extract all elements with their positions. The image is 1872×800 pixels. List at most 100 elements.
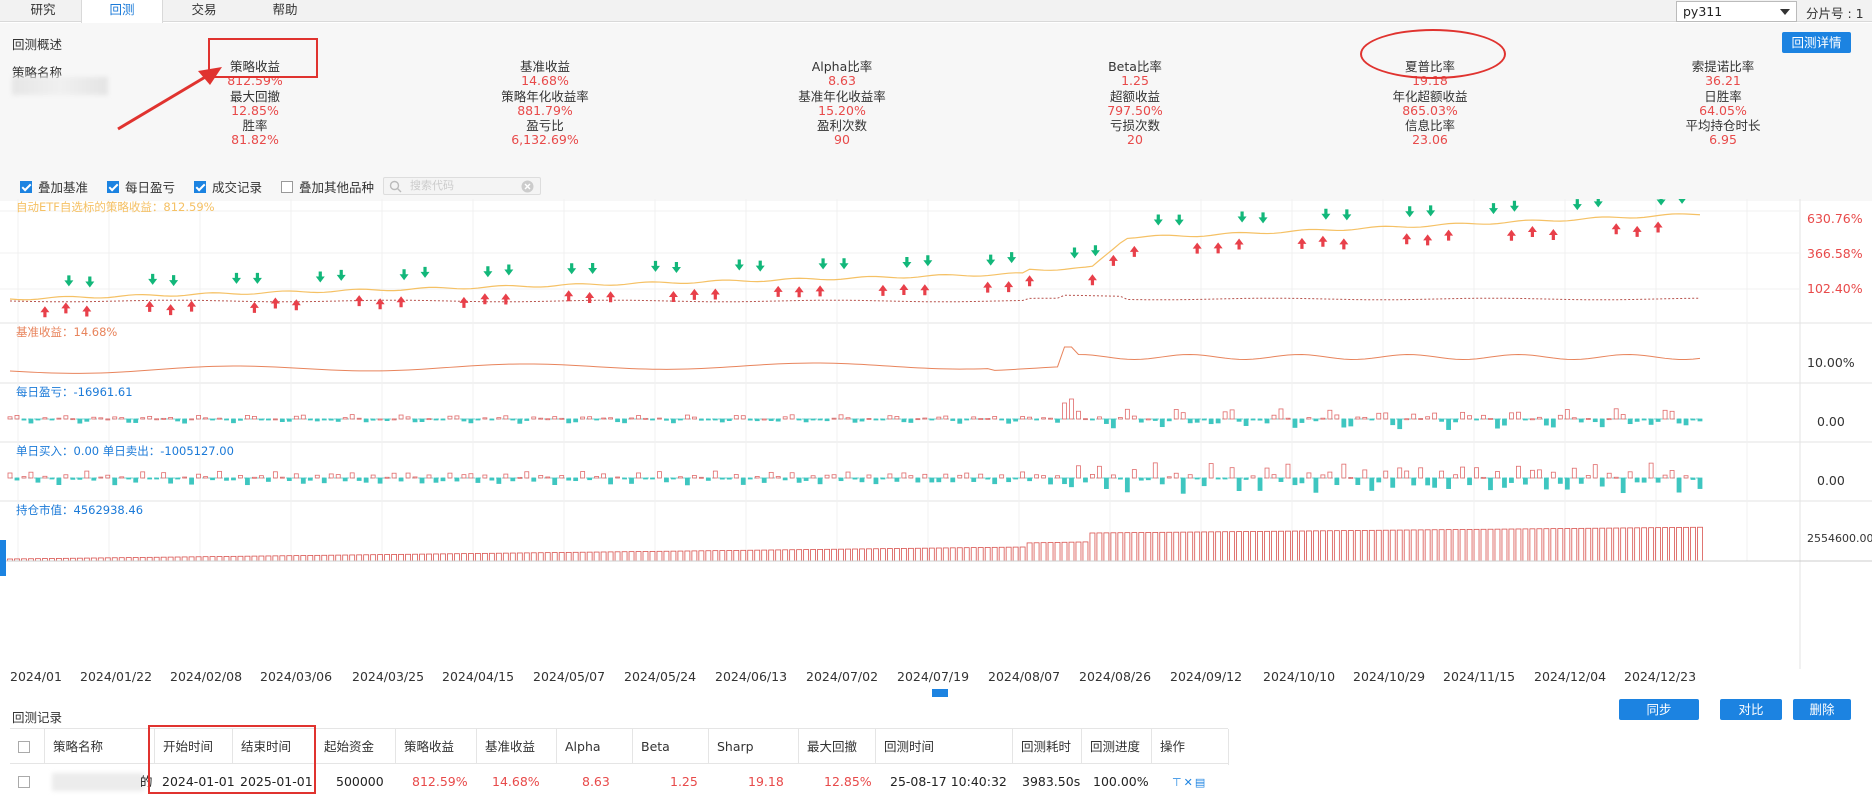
pnl-bar bbox=[35, 418, 41, 421]
position-bar bbox=[1278, 530, 1284, 562]
position-bar bbox=[600, 551, 607, 562]
pnl-bar bbox=[133, 418, 139, 423]
trade-bar bbox=[943, 473, 949, 479]
checkbox-icon[interactable] bbox=[194, 180, 206, 193]
trade-bar bbox=[14, 477, 20, 481]
close-icon[interactable]: ✕ bbox=[1184, 776, 1195, 789]
env-select[interactable]: py311 bbox=[1676, 1, 1797, 22]
checkbox-icon[interactable] bbox=[20, 180, 32, 193]
position-bar bbox=[1438, 529, 1445, 562]
pnl-bar bbox=[580, 416, 586, 420]
trade-bar bbox=[1069, 477, 1074, 488]
option-overlay-benchmark[interactable]: 叠加基准 bbox=[20, 177, 88, 196]
trade-bar bbox=[1201, 477, 1207, 487]
buy-arrow-icon bbox=[689, 288, 699, 300]
trade-bar bbox=[1697, 477, 1703, 489]
position-bar bbox=[188, 556, 195, 562]
backtest-detail-button[interactable]: 回测详情 bbox=[1782, 32, 1851, 53]
code-search-input[interactable]: 搜索代码 bbox=[383, 177, 541, 195]
pnl-bar bbox=[817, 418, 823, 421]
pnl-bar bbox=[1390, 418, 1396, 426]
pnl-bar bbox=[671, 418, 676, 424]
metric-label: 日胜率 bbox=[1704, 89, 1742, 104]
option-label: 成交记录 bbox=[212, 180, 263, 195]
clear-icon[interactable] bbox=[521, 180, 534, 193]
sync-button[interactable]: 同步 bbox=[1619, 699, 1699, 720]
trade-bar bbox=[1529, 469, 1535, 479]
pin-icon[interactable]: ⊤ bbox=[1172, 776, 1184, 789]
trade-bar bbox=[810, 475, 816, 479]
trade-bar bbox=[1599, 477, 1605, 487]
trade-bar bbox=[1180, 477, 1186, 494]
option-daily-pnl[interactable]: 每日盈亏 bbox=[107, 177, 175, 196]
metric-value: 36.21 bbox=[1705, 73, 1741, 88]
pnl-bar bbox=[140, 417, 146, 420]
backtest-chart[interactable]: 自动ETF自选标的策略收益：812.59% 基准收益：14.68% 每日盈亏：-… bbox=[0, 199, 1872, 689]
tab-backtest[interactable]: 回测 bbox=[81, 0, 163, 23]
option-trade-records[interactable]: 成交记录 bbox=[194, 177, 262, 196]
position-bar bbox=[1536, 528, 1543, 562]
position-bar bbox=[887, 548, 893, 562]
trade-bar bbox=[747, 477, 753, 480]
pnl-bar bbox=[1488, 418, 1493, 420]
pnl-bar bbox=[1201, 418, 1207, 421]
pnl-bar bbox=[1683, 418, 1689, 426]
buy-arrow-icon bbox=[291, 299, 301, 311]
list-icon[interactable]: ▤ bbox=[1195, 776, 1207, 789]
position-bar bbox=[977, 547, 984, 562]
pnl-bar bbox=[803, 418, 809, 423]
side-drawer-handle[interactable] bbox=[0, 540, 6, 576]
sell-arrow-icon bbox=[986, 254, 996, 266]
position-bar bbox=[824, 548, 830, 562]
compare-button[interactable]: 对比 bbox=[1720, 699, 1782, 720]
checkbox-icon[interactable] bbox=[281, 180, 293, 193]
trade-bar bbox=[1159, 477, 1165, 485]
select-all-checkbox[interactable] bbox=[18, 741, 30, 753]
sell-arrow-icon bbox=[169, 275, 179, 287]
position-bar bbox=[747, 549, 754, 562]
pnl-bar bbox=[1215, 418, 1221, 424]
row-checkbox[interactable] bbox=[18, 776, 30, 788]
trade-bar bbox=[545, 476, 551, 479]
tab-help[interactable]: 帮助 bbox=[244, 0, 326, 22]
pnl-bar bbox=[1411, 413, 1417, 420]
position-bar bbox=[593, 551, 600, 562]
y-tick-position: 2554600.00 bbox=[1807, 532, 1872, 545]
position-bar bbox=[1683, 526, 1689, 562]
chart-canvas[interactable] bbox=[0, 199, 1872, 689]
pnl-bar bbox=[992, 416, 998, 420]
sell-arrow-icon bbox=[902, 256, 912, 268]
option-overlay-other[interactable]: 叠加其他品种 bbox=[281, 177, 374, 196]
delete-button[interactable]: 删除 bbox=[1793, 699, 1851, 720]
pnl-bar bbox=[1662, 409, 1668, 420]
metric-label: 基准年化收益率 bbox=[798, 89, 886, 104]
position-bar bbox=[859, 548, 865, 562]
pnl-bar bbox=[1334, 414, 1340, 420]
trade-bar bbox=[1229, 467, 1235, 479]
x-tick-label: 2024/01 bbox=[10, 669, 62, 684]
tab-trade[interactable]: 交易 bbox=[163, 0, 245, 22]
position-bar bbox=[1466, 529, 1473, 562]
position-bar bbox=[1410, 529, 1417, 562]
trade-bar bbox=[328, 473, 334, 479]
strategy-name-redacted bbox=[12, 77, 108, 95]
tab-research[interactable]: 研究 bbox=[2, 0, 84, 22]
pnl-bar bbox=[475, 418, 481, 421]
position-bar bbox=[984, 547, 991, 562]
pnl-bar bbox=[1013, 418, 1019, 422]
position-bar bbox=[831, 548, 837, 562]
shard-label: 分片号 : 1 bbox=[1806, 6, 1864, 21]
pnl-bar bbox=[1229, 409, 1235, 420]
buy-arrow-icon bbox=[668, 291, 678, 303]
trade-bar bbox=[964, 472, 970, 479]
position-bar bbox=[705, 550, 712, 562]
checkbox-icon[interactable] bbox=[107, 180, 119, 193]
pnl-bar bbox=[1327, 409, 1333, 420]
trade-bar bbox=[796, 477, 802, 483]
collapse-handle[interactable] bbox=[932, 689, 948, 697]
trade-bar bbox=[1299, 477, 1305, 484]
pnl-bar bbox=[245, 415, 250, 420]
pnl-bar bbox=[524, 418, 530, 421]
pnl-bar bbox=[1474, 418, 1479, 421]
trade-bar bbox=[852, 477, 858, 480]
